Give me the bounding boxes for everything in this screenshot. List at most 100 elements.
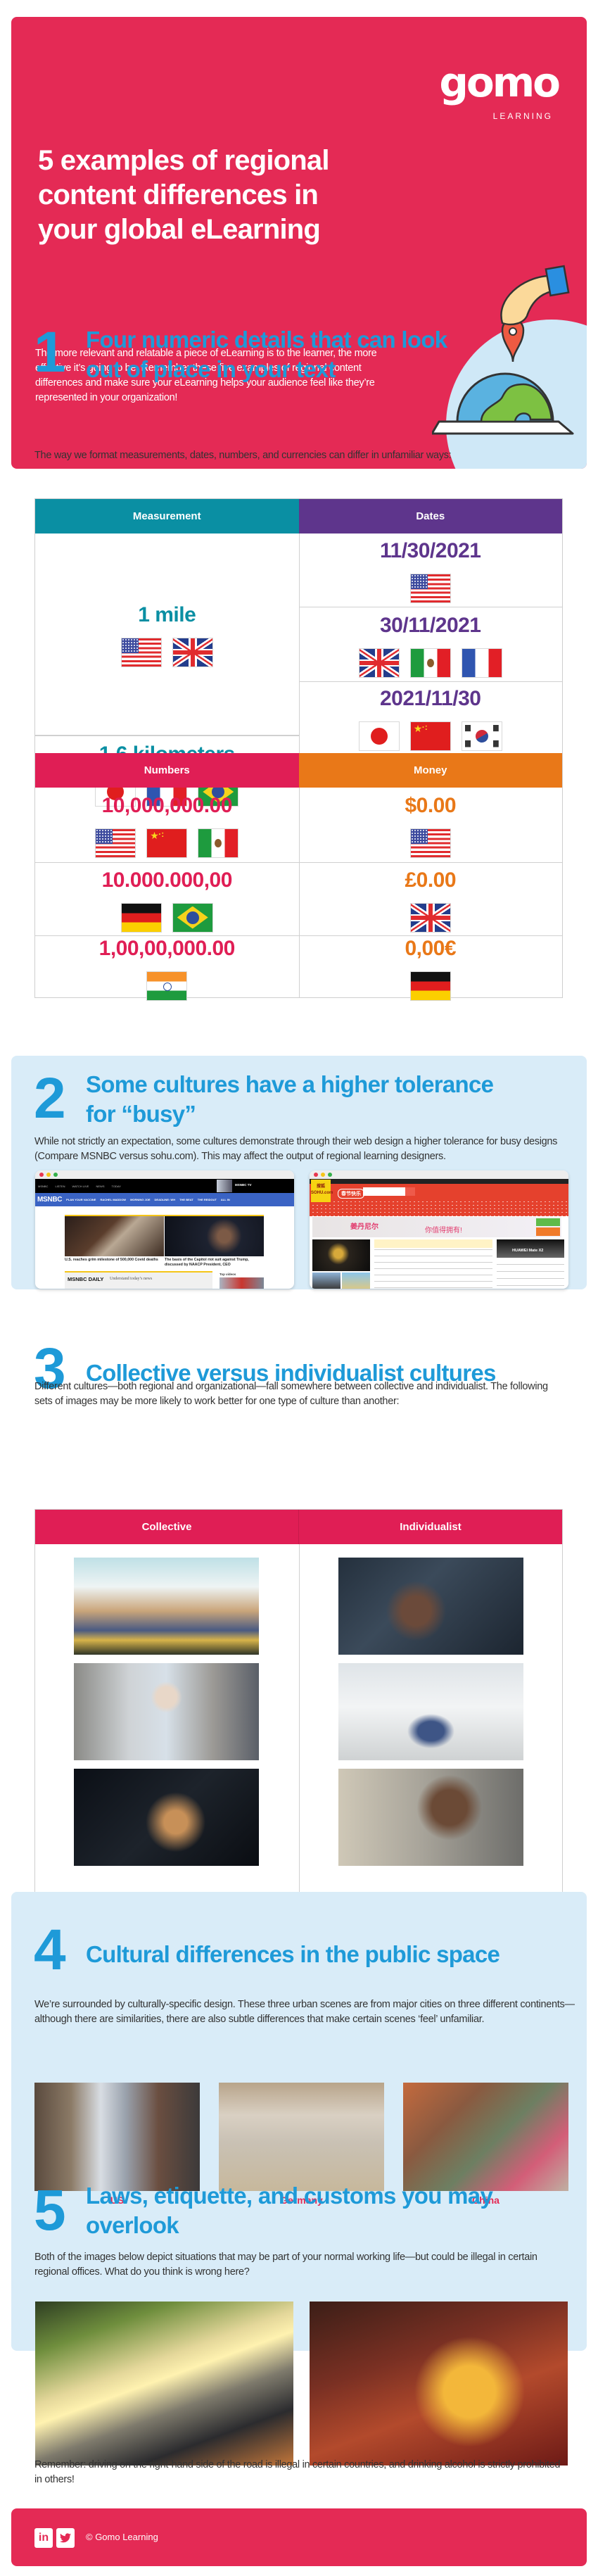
header-numbers: Numbers bbox=[35, 753, 299, 788]
money-value: $0.00 bbox=[405, 794, 457, 817]
sohu-banner-ad: 姜丹尼尔 你值得拥有! bbox=[312, 1217, 561, 1237]
header-individualist: Individualist bbox=[298, 1510, 562, 1544]
section-number: 4 bbox=[34, 1918, 66, 1982]
flag-us-icon bbox=[410, 574, 450, 602]
header-collective: Collective bbox=[35, 1510, 298, 1544]
msnbc-daily-title: MSNBC DAILY bbox=[68, 1276, 104, 1282]
us-street-photo bbox=[34, 2083, 200, 2191]
logo-wordmark: gomo bbox=[439, 58, 561, 106]
linkedin-icon[interactable]: in bbox=[34, 2528, 53, 2548]
msnbc-nav-item: THE BEAT bbox=[179, 1198, 193, 1201]
flag-japan-icon bbox=[359, 721, 399, 750]
section-number: 2 bbox=[34, 1066, 66, 1130]
date-value: 2021/11/30 bbox=[380, 686, 481, 710]
remember-text: Remember: driving on the right-hand side… bbox=[34, 2459, 561, 2485]
sohu-link-grid bbox=[310, 1201, 568, 1216]
flag-china-icon bbox=[410, 721, 450, 750]
video-thumb bbox=[220, 1277, 264, 1289]
number-value: 1,00,00,000.00 bbox=[98, 936, 236, 960]
section-number: 5 bbox=[34, 2178, 66, 2242]
flag-korea-icon bbox=[462, 721, 502, 750]
sohu-side-title: HUAWEI Mate X2 bbox=[512, 1249, 544, 1253]
news-thumb bbox=[312, 1273, 341, 1289]
individualist-photo-woman-data bbox=[338, 1558, 523, 1655]
news-headline: The basis of the Capitol riot suit again… bbox=[165, 1258, 249, 1267]
msnbc-nav-item: ALL IN bbox=[220, 1198, 230, 1201]
section-title: Cultural differences in the public space bbox=[86, 1941, 500, 1967]
flag-mexico-icon bbox=[198, 829, 238, 857]
money-cell: $0.00 bbox=[298, 788, 562, 863]
section-text: Different cultures—both regional and org… bbox=[34, 1381, 548, 1407]
sohu-banner-text: 姜丹尼尔 bbox=[350, 1223, 378, 1231]
header-money: Money bbox=[298, 753, 562, 788]
flag-us-icon bbox=[121, 638, 161, 667]
measurement-value: 1 mile bbox=[138, 603, 196, 626]
flag-germany-icon bbox=[121, 903, 161, 932]
header-measurement: Measurement bbox=[35, 499, 299, 533]
news-photo bbox=[65, 1216, 164, 1256]
flag-france-icon bbox=[462, 648, 502, 677]
header-dates: Dates bbox=[298, 499, 562, 533]
date-cell: 11/30/2021 bbox=[298, 533, 562, 607]
date-value: 11/30/2021 bbox=[380, 539, 481, 562]
msnbc-logo: MSNBC bbox=[37, 1196, 63, 1204]
msnbc-daily-subtitle: Understand today’s news bbox=[110, 1277, 153, 1281]
sohu-search-input bbox=[363, 1187, 405, 1196]
msnbc-top-link: LISTEN bbox=[55, 1184, 65, 1188]
flag-india-icon bbox=[147, 971, 187, 1000]
money-cell: 0,00€ bbox=[299, 936, 563, 1000]
msnbc-tv-label: MSNBC TV bbox=[235, 1183, 252, 1187]
section-number: 1 bbox=[34, 320, 66, 384]
twitter-icon[interactable] bbox=[56, 2528, 75, 2548]
collective-photo-team bbox=[74, 1558, 259, 1655]
driving-photo bbox=[35, 2302, 293, 2465]
copyright-text: © Gomo Learning bbox=[86, 2532, 158, 2542]
section-text: We’re surrounded by culturally-specific … bbox=[34, 1999, 575, 2025]
sohu-banner-text: 你值得拥有! bbox=[425, 1227, 462, 1235]
number-value: 10.000.000,00 bbox=[101, 868, 233, 892]
flag-us-icon bbox=[410, 829, 450, 857]
number-cell: 10,000,000.00 bbox=[35, 788, 299, 863]
msnbc-top-link: MSNBC bbox=[38, 1184, 49, 1188]
top-videos-label: Top videos bbox=[220, 1273, 236, 1276]
msnbc-top-bar: MSNBC LISTEN WATCH LIVE NEWS TODAY MSNBC… bbox=[35, 1179, 294, 1193]
china-street-photo bbox=[403, 2083, 568, 2191]
number-cell: 10.000.000,00 bbox=[35, 863, 299, 936]
flag-brazil-icon bbox=[172, 903, 212, 932]
number-value: 10,000,000.00 bbox=[101, 794, 233, 817]
flag-uk-icon bbox=[359, 648, 399, 677]
bitcoin-photo bbox=[312, 1239, 370, 1271]
date-value: 30/11/2021 bbox=[380, 613, 481, 637]
msnbc-nav-item: RACHEL MADDOW bbox=[100, 1198, 127, 1201]
flag-us-icon bbox=[96, 829, 136, 857]
msnbc-nav-item: THE REIDOUT bbox=[197, 1198, 217, 1201]
msnbc-nav-item: MORNING JOE bbox=[130, 1198, 151, 1201]
measurement-cell: 1 mile bbox=[35, 533, 299, 735]
msnbc-top-link: NEWS bbox=[96, 1184, 105, 1188]
section-text: The way we format measurements, dates, n… bbox=[34, 450, 452, 461]
collective-photo-leader-team bbox=[74, 1663, 259, 1760]
column-divider bbox=[298, 1510, 300, 1915]
individualist-photo-factory bbox=[338, 1663, 523, 1760]
gomo-logo[interactable]: gomo LEARNING bbox=[439, 58, 561, 135]
drinking-photo bbox=[310, 2302, 568, 2465]
flag-mexico-icon bbox=[410, 648, 450, 677]
section-title: Some cultures have a higher tolerance fo… bbox=[86, 1071, 494, 1127]
sohu-search-button bbox=[405, 1187, 415, 1196]
news-thumb bbox=[342, 1273, 370, 1289]
money-value: £0.00 bbox=[405, 868, 457, 892]
msnbc-screenshot: MSNBC LISTEN WATCH LIVE NEWS TODAY MSNBC… bbox=[35, 1170, 294, 1289]
footer: in © Gomo Learning bbox=[11, 2508, 587, 2566]
logo-subtitle: LEARNING bbox=[492, 111, 553, 121]
sohu-logo: 搜狐 SOHU.com bbox=[311, 1180, 333, 1202]
money-cell: £0.00 bbox=[298, 863, 562, 936]
section-title: Laws, etiquette, and customs you may ove… bbox=[86, 2183, 493, 2238]
flag-uk-icon bbox=[410, 903, 450, 932]
section-text: While not strictly an expectation, some … bbox=[34, 1136, 558, 1162]
msnbc-nav-bar: MSNBC PLAN YOUR VACCINE RACHEL MADDOW MO… bbox=[35, 1193, 294, 1206]
money-value: 0,00€ bbox=[405, 936, 457, 960]
flag-china-icon bbox=[147, 829, 187, 857]
page-title: 5 examples of regional content differenc… bbox=[38, 145, 329, 245]
date-cell: 2021/11/30 bbox=[299, 682, 563, 753]
news-photo bbox=[165, 1216, 264, 1256]
